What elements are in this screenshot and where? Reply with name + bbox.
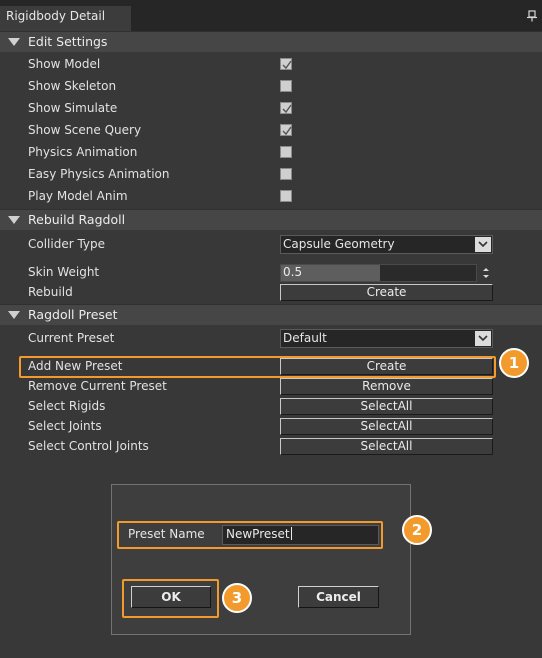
tab-rigidbody-detail[interactable]: Rigidbody Detail (0, 6, 131, 31)
label-collider-type: Collider Type (28, 237, 106, 251)
chevron-down-icon[interactable] (475, 237, 491, 252)
label-select-joints: Select Joints (28, 419, 102, 433)
checkbox-show-scene-query[interactable] (280, 124, 292, 136)
label-select-rigids: Select Rigids (28, 399, 106, 413)
current-preset-dropdown[interactable]: Default (280, 329, 493, 348)
checkbox-play-model-anim[interactable] (280, 190, 292, 202)
checkbox-show-skeleton[interactable] (280, 80, 292, 92)
label-physics-animation: Physics Animation (28, 145, 138, 159)
skin-weight-slider[interactable]: 0.5 (280, 264, 477, 282)
tab-bar: Rigidbody Detail (0, 0, 542, 31)
checkbox-show-simulate[interactable] (280, 102, 292, 114)
pin-icon[interactable] (526, 10, 538, 22)
skin-weight-value: 0.5 (283, 265, 303, 279)
callout-badge-2: 2 (402, 515, 432, 545)
section-title: Rebuild Ragdoll (28, 212, 126, 227)
collapse-triangle-icon[interactable] (8, 38, 20, 46)
select-rigids-button[interactable]: SelectAll (280, 398, 493, 415)
label-remove-current-preset: Remove Current Preset (28, 379, 167, 393)
chevron-down-icon[interactable] (475, 331, 491, 346)
tab-title: Rigidbody Detail (6, 9, 106, 23)
label-easy-physics-animation: Easy Physics Animation (28, 167, 170, 181)
label-play-model-anim: Play Model Anim (28, 189, 128, 203)
checkmark-icon (282, 60, 292, 70)
collider-type-value: Capsule Geometry (283, 237, 395, 251)
label-rebuild: Rebuild (28, 285, 73, 299)
select-control-joints-button[interactable]: SelectAll (280, 438, 493, 455)
rebuild-create-button[interactable]: Create (280, 284, 493, 301)
section-edit-settings[interactable]: Edit Settings (0, 31, 542, 52)
section-rebuild-ragdoll[interactable]: Rebuild Ragdoll (0, 209, 542, 230)
collapse-triangle-icon[interactable] (8, 216, 20, 224)
collider-type-dropdown[interactable]: Capsule Geometry (280, 235, 493, 254)
label-select-control-joints: Select Control Joints (28, 439, 149, 453)
label-show-scene-query: Show Scene Query (28, 123, 142, 137)
spinner-arrows-icon[interactable] (481, 265, 491, 281)
checkbox-physics-animation[interactable] (280, 146, 292, 158)
checkmark-icon (282, 126, 292, 136)
cancel-button[interactable]: Cancel (298, 586, 379, 608)
label-skin-weight: Skin Weight (28, 265, 100, 279)
callout-badge-1: 1 (499, 348, 529, 378)
remove-preset-button[interactable]: Remove (280, 378, 493, 395)
current-preset-value: Default (283, 331, 327, 345)
callout-highlight-3 (122, 579, 219, 618)
callout-highlight-1 (19, 356, 496, 378)
select-joints-button[interactable]: SelectAll (280, 418, 493, 435)
section-title: Edit Settings (28, 34, 108, 49)
section-title: Ragdoll Preset (28, 307, 118, 322)
checkbox-show-model[interactable] (280, 58, 292, 70)
callout-badge-3: 3 (222, 583, 252, 613)
callout-highlight-2 (117, 521, 383, 549)
label-show-simulate: Show Simulate (28, 101, 118, 115)
checkbox-easy-physics-animation[interactable] (280, 168, 292, 180)
checkmark-icon (282, 104, 292, 114)
section-ragdoll-preset[interactable]: Ragdoll Preset (0, 304, 542, 325)
collapse-triangle-icon[interactable] (8, 311, 20, 319)
label-show-skeleton: Show Skeleton (28, 79, 117, 93)
label-show-model: Show Model (28, 57, 101, 71)
label-current-preset: Current Preset (28, 331, 115, 345)
